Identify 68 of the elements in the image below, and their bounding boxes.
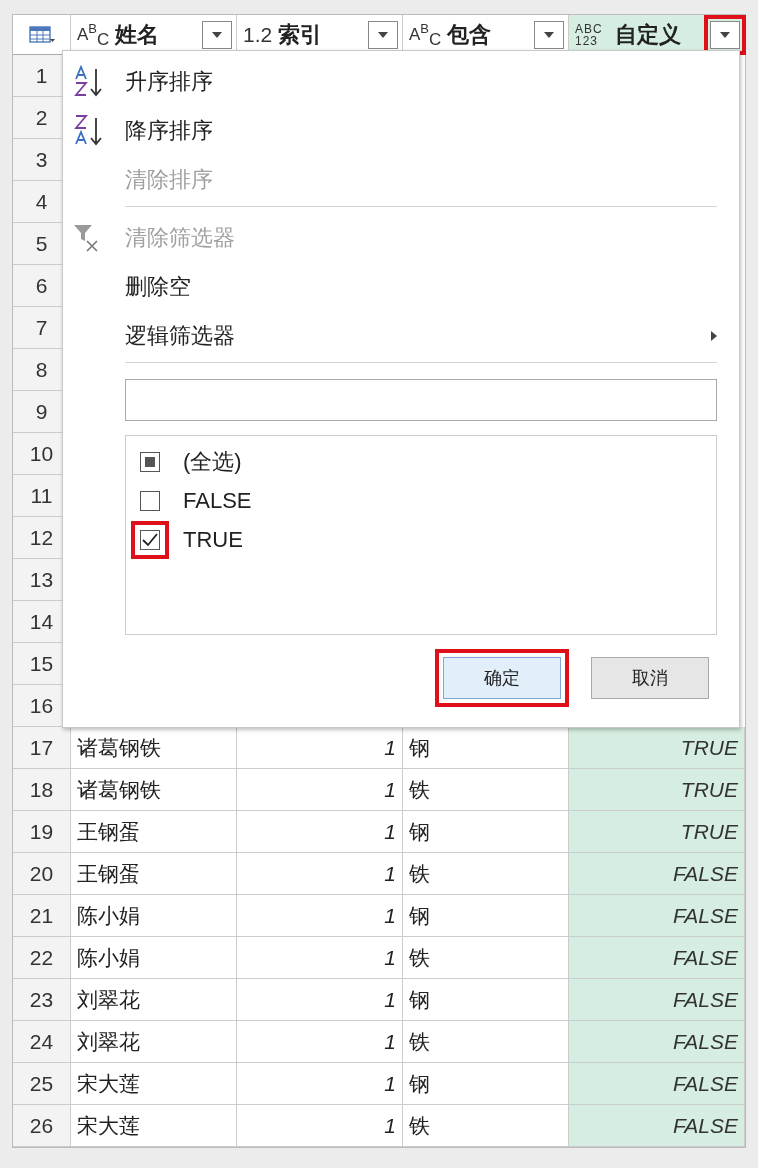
table-cell: FALSE <box>569 895 745 937</box>
table-cell: 1 <box>237 895 403 937</box>
row-number: 20 <box>13 853 71 895</box>
table-cell: 1 <box>237 811 403 853</box>
column-name: 姓名 <box>115 20 161 49</box>
table-cell: 1 <box>237 979 403 1021</box>
table-cell: FALSE <box>569 937 745 979</box>
table-cell: 刘翠花 <box>71 1021 237 1063</box>
row-number: 25 <box>13 1063 71 1105</box>
any-type-label: ABC 123 <box>575 22 604 47</box>
column-name: 索引 <box>278 20 324 49</box>
caret-icon <box>720 31 730 38</box>
dropdown-button[interactable] <box>710 20 740 49</box>
caret-icon <box>378 31 388 38</box>
caret-icon <box>212 31 222 38</box>
row-number: 17 <box>13 727 71 769</box>
table-cell: 王钢蛋 <box>71 811 237 853</box>
table-cell: 1 <box>237 853 403 895</box>
table-cell: 宋大莲 <box>71 1105 237 1147</box>
dropdown-button[interactable] <box>368 20 398 49</box>
row-number: 26 <box>13 1105 71 1147</box>
decimal-type-label: 1.2 <box>243 22 273 47</box>
table-cell: 1 <box>237 1105 403 1147</box>
checkbox[interactable] <box>140 451 160 472</box>
table-cell: 1 <box>237 1063 403 1105</box>
table-menu-button[interactable] <box>13 15 71 55</box>
table-cell: 王钢蛋 <box>71 853 237 895</box>
sort-ascending-icon <box>73 64 103 99</box>
row-number: 24 <box>13 1021 71 1063</box>
table-cell: FALSE <box>569 1021 745 1063</box>
ok-button[interactable]: 确定 <box>443 657 561 699</box>
table-cell: FALSE <box>569 853 745 895</box>
checkbox[interactable] <box>140 529 160 550</box>
table-cell: FALSE <box>569 1105 745 1147</box>
table-cell: 1 <box>237 769 403 811</box>
dropdown-button[interactable] <box>202 20 232 49</box>
table-cell: TRUE <box>569 769 745 811</box>
row-number: 19 <box>13 811 71 853</box>
clear-filter-icon <box>73 222 101 253</box>
submenu-arrow-icon <box>711 330 717 341</box>
table-cell: 诸葛钢铁 <box>71 769 237 811</box>
table-cell: FALSE <box>569 979 745 1021</box>
checkbox-label: TRUE <box>183 526 243 553</box>
column-name: 自定义 <box>615 20 682 49</box>
table-cell: 刘翠花 <box>71 979 237 1021</box>
row-number: 22 <box>13 937 71 979</box>
column-name: 包含 <box>447 20 493 49</box>
sort-descending-icon <box>73 113 103 148</box>
table-cell: FALSE <box>569 1063 745 1105</box>
dropdown-button[interactable] <box>534 20 564 49</box>
search-field[interactable] <box>125 379 717 421</box>
row-number: 21 <box>13 895 71 937</box>
table-cell: 1 <box>237 1021 403 1063</box>
row-number: 18 <box>13 769 71 811</box>
cancel-button[interactable]: 取消 <box>591 657 709 699</box>
checkbox-label: FALSE <box>183 487 252 514</box>
table-cell: 陈小娟 <box>71 937 237 979</box>
column-header[interactable]: ABC 123 自定义 <box>569 15 745 55</box>
checkbox[interactable] <box>140 490 160 511</box>
table-cell: TRUE <box>569 811 745 853</box>
table-cell: TRUE <box>569 727 745 769</box>
table-icon <box>28 24 55 45</box>
table-cell: 1 <box>237 937 403 979</box>
checkbox-label: (全选) <box>183 447 242 476</box>
caret-icon <box>544 31 554 38</box>
table-cell: 陈小娟 <box>71 895 237 937</box>
row-number: 23 <box>13 979 71 1021</box>
table-cell: 宋大莲 <box>71 1063 237 1105</box>
